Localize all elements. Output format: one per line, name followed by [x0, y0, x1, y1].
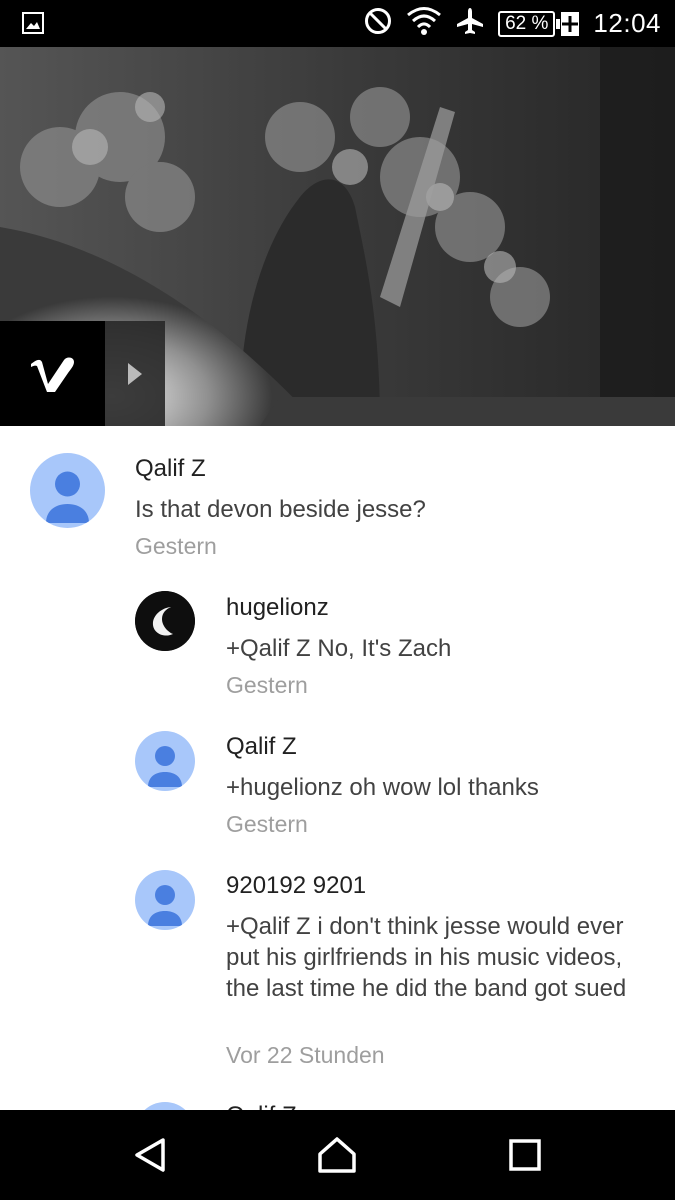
back-icon [135, 1138, 165, 1172]
recents-icon [509, 1139, 541, 1171]
reply: Qalif Z [0, 1088, 675, 1110]
comment-time: Gestern [226, 811, 308, 837]
comment-time: Gestern [135, 533, 217, 559]
image-notification-icon [22, 12, 44, 39]
avatar[interactable] [135, 591, 195, 651]
wifi-icon [406, 6, 442, 41]
navigation-bar [0, 1110, 675, 1200]
comment-list[interactable]: Qalif Z Is that devon beside jesse? Gest… [0, 426, 675, 1110]
clock: 12:04 [593, 8, 661, 38]
comment-author[interactable]: hugelionz [226, 594, 329, 622]
home-icon [318, 1137, 356, 1173]
recents-button[interactable] [485, 1110, 565, 1200]
reply: 920192 9201 +Qalif Z i don't think jesse… [0, 856, 675, 1088]
status-bar: 62 % 12:04 [0, 0, 675, 47]
reply: hugelionz +Qalif Z No, It's Zach Gestern [0, 576, 675, 716]
battery-percent: 62 % [505, 12, 549, 34]
comment-author[interactable]: Qalif Z [135, 455, 206, 483]
default-avatar-icon [46, 471, 89, 523]
do-not-disturb-icon [364, 7, 392, 40]
comment-text: +Qalif Z No, It's Zach [226, 635, 452, 662]
moon-avatar-icon [135, 591, 195, 651]
home-button[interactable] [297, 1110, 377, 1200]
comment-text: +Qalif Z i don't think jesse would ever … [226, 913, 627, 1002]
comment-text: +hugelionz oh wow lol thanks [226, 774, 539, 801]
default-avatar-icon [148, 746, 182, 787]
default-avatar-icon [135, 1102, 195, 1110]
reply: Qalif Z +hugelionz oh wow lol thanks Ges… [0, 716, 675, 856]
back-button[interactable] [110, 1110, 190, 1200]
battery-charging-icon: 62 % [498, 10, 580, 37]
airplane-mode-icon [456, 7, 484, 40]
avatar[interactable] [135, 870, 195, 930]
comment-time: Vor 22 Stunden [226, 1042, 385, 1068]
video-player[interactable] [0, 47, 675, 426]
vimeo-logo[interactable] [0, 321, 105, 426]
avatar[interactable] [30, 453, 105, 528]
avatar[interactable] [135, 1102, 195, 1110]
default-avatar-icon [148, 885, 182, 926]
avatar[interactable] [135, 731, 195, 791]
comment-author[interactable]: Qalif Z [226, 733, 297, 761]
play-button[interactable] [105, 321, 165, 426]
comment-text: Is that devon beside jesse? [135, 496, 426, 523]
play-icon [128, 362, 142, 385]
comment-time: Gestern [226, 672, 308, 698]
comment-author[interactable]: 920192 9201 [226, 872, 366, 900]
comment-author[interactable]: Qalif Z [226, 1102, 297, 1110]
comment: Qalif Z Is that devon beside jesse? Gest… [0, 426, 675, 576]
